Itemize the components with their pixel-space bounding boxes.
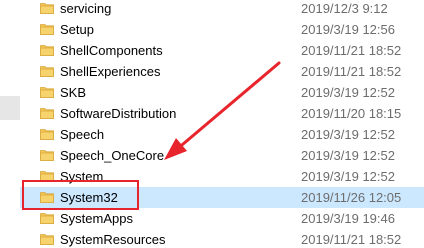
- annotation-arrow-shaft: [174, 61, 281, 152]
- file-explorer-view: servicing 2019/12/3 9:12 Setup 2019/3/19 12…: [0, 0, 424, 248]
- annotation-arrow: [164, 61, 281, 160]
- annotation-arrow-head: [164, 138, 187, 160]
